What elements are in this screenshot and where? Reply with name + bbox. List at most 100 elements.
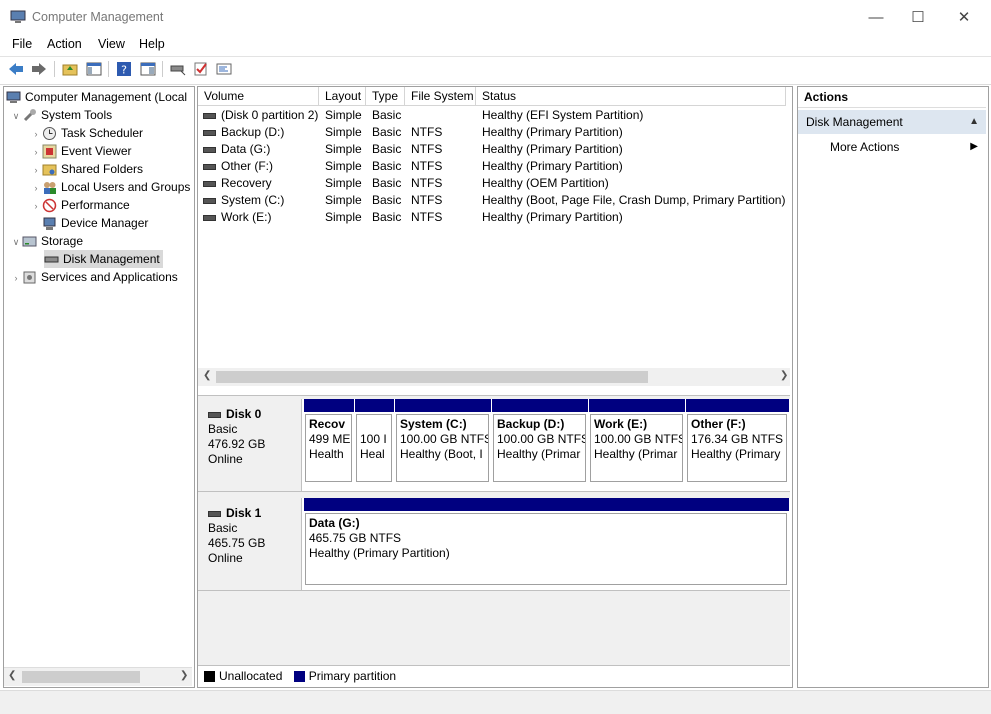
- header-label: File System: [411, 89, 474, 103]
- users-icon: [42, 180, 57, 195]
- scroll-left-icon[interactable]: ❮: [203, 370, 211, 381]
- menu-action[interactable]: Action: [47, 37, 82, 51]
- partition-status: Healthy (Primar: [497, 447, 581, 461]
- type-cell: Basic: [372, 210, 402, 224]
- toolbar-separator: [162, 61, 163, 77]
- chevron-down-icon[interactable]: ∨: [10, 233, 22, 251]
- properties-button[interactable]: [139, 60, 156, 77]
- scrollbar-thumb[interactable]: [22, 671, 140, 683]
- tree-item-local-users[interactable]: › Local Users and Groups: [30, 178, 190, 196]
- partition-system[interactable]: System (C:) 100.00 GB NTFS Healthy (Boot, …: [394, 399, 491, 487]
- type-cell: Basic: [372, 108, 402, 122]
- more-actions-label: More Actions: [830, 140, 900, 154]
- chevron-right-icon[interactable]: ›: [30, 125, 42, 143]
- header-label: Type: [372, 89, 399, 103]
- tree-item-device-manager[interactable]: Device Manager: [42, 214, 148, 232]
- tree-item-event-viewer[interactable]: › Event Viewer: [30, 142, 131, 160]
- help-icon: ?: [116, 61, 131, 76]
- partition-bar: [491, 399, 588, 412]
- volume-horizontal-scrollbar[interactable]: ❮ ❯: [198, 368, 790, 386]
- partition-name: Work (E:): [594, 417, 648, 431]
- scroll-right-icon[interactable]: ❯: [180, 670, 188, 681]
- disk-size: 465.75 GB: [208, 536, 266, 550]
- chevron-right-icon[interactable]: ›: [30, 161, 42, 179]
- up-folder-button[interactable]: [61, 60, 78, 77]
- partition-data[interactable]: Data (G:) 465.75 GB NTFS Healthy (Primary …: [303, 498, 789, 586]
- layout-cell: Simple: [325, 108, 362, 122]
- close-button[interactable]: ✕: [941, 0, 987, 34]
- tree-label: Storage: [41, 234, 84, 248]
- minimize-button[interactable]: —: [853, 0, 899, 34]
- title-bar: Computer Management — ☐ ✕: [0, 0, 991, 34]
- partition-backup[interactable]: Backup (D:) 100.00 GB NTFS Healthy (Primar: [491, 399, 588, 487]
- disk-0-row[interactable]: Disk 0 Basic 476.92 GB Online Recov 499 M…: [198, 399, 790, 492]
- tree-item-task-scheduler[interactable]: › Task Scheduler: [30, 124, 143, 142]
- actions-section-disk-management[interactable]: Disk Management ▲: [798, 110, 986, 134]
- chevron-down-icon[interactable]: ∨: [10, 107, 22, 125]
- partition-size: 100.00 GB NTFS: [594, 432, 683, 446]
- column-header-volume[interactable]: Volume: [198, 87, 319, 106]
- tree-item-root[interactable]: Computer Management (Local: [6, 88, 187, 106]
- chevron-right-icon[interactable]: ›: [10, 269, 22, 287]
- show-hide-tree-button[interactable]: [85, 60, 102, 77]
- partition-size: 100 I: [360, 432, 387, 446]
- tree-horizontal-scrollbar[interactable]: ❮ ❯: [4, 667, 192, 686]
- disk-1-row[interactable]: Disk 1 Basic 465.75 GB Online Data (G:) 4…: [198, 498, 790, 591]
- help-button[interactable]: ?: [115, 60, 132, 77]
- chevron-right-icon[interactable]: ›: [30, 179, 42, 197]
- partition-recovery[interactable]: Recov 499 ME Health: [303, 399, 354, 487]
- tree-item-disk-management[interactable]: Disk Management: [44, 250, 163, 268]
- disk-0-label[interactable]: Disk 0 Basic 476.92 GB Online: [198, 399, 302, 491]
- disk-state: Online: [208, 551, 243, 565]
- toolbar-separator: [54, 61, 55, 77]
- partition-bar: [303, 498, 789, 511]
- column-header-layout[interactable]: Layout: [319, 87, 366, 106]
- partition-bar: [394, 399, 491, 412]
- partition-status: Health: [309, 447, 344, 461]
- scrollbar-thumb[interactable]: [216, 371, 648, 383]
- console-button[interactable]: [215, 60, 232, 77]
- filesystem-cell: NTFS: [411, 159, 443, 173]
- check-button[interactable]: [192, 60, 209, 77]
- column-header-type[interactable]: Type: [366, 87, 405, 106]
- tree-item-system-tools[interactable]: ∨ System Tools: [10, 106, 112, 124]
- properties-icon: [140, 62, 155, 75]
- column-header-file-system[interactable]: File System: [405, 87, 476, 106]
- more-actions-item[interactable]: More Actions ▶: [798, 136, 986, 158]
- maximize-button[interactable]: ☐: [895, 0, 941, 34]
- actions-header: Actions: [798, 87, 986, 108]
- chevron-right-icon[interactable]: ›: [30, 143, 42, 161]
- partition-other[interactable]: Other (F:) 176.34 GB NTFS Healthy (Primary: [685, 399, 789, 487]
- column-header-status[interactable]: Status: [476, 87, 786, 106]
- forward-button[interactable]: [30, 60, 47, 77]
- chevron-right-icon[interactable]: ›: [30, 197, 42, 215]
- volume-name: Other (F:): [221, 159, 274, 173]
- type-cell: Basic: [372, 159, 402, 173]
- tree-label: Device Manager: [61, 216, 149, 230]
- tree-item-performance[interactable]: › Performance: [30, 196, 130, 214]
- menu-view[interactable]: View: [98, 37, 125, 51]
- tree-item-services[interactable]: › Services and Applications: [10, 268, 178, 286]
- menu-file[interactable]: File: [12, 37, 32, 51]
- type-cell: Basic: [372, 176, 402, 190]
- partition-bar: [354, 399, 394, 412]
- partition-work[interactable]: Work (E:) 100.00 GB NTFS Healthy (Primar: [588, 399, 685, 487]
- scroll-left-icon[interactable]: ❮: [8, 670, 16, 681]
- tree-item-storage[interactable]: ∨ Storage: [10, 232, 83, 250]
- shared-folder-icon: [42, 162, 57, 177]
- disk-button[interactable]: [169, 60, 186, 77]
- clock-icon: [42, 126, 57, 141]
- tree-item-shared-folders[interactable]: › Shared Folders: [30, 160, 144, 179]
- back-button[interactable]: [7, 60, 24, 77]
- scroll-right-icon[interactable]: ❯: [780, 370, 788, 381]
- forward-icon: [31, 62, 46, 75]
- menu-help[interactable]: Help: [139, 37, 165, 51]
- collapse-icon[interactable]: ▲: [969, 110, 979, 134]
- navigation-pane[interactable]: Computer Management (Local ∨ System Tools…: [3, 86, 195, 688]
- disk-1-label[interactable]: Disk 1 Basic 465.75 GB Online: [198, 498, 302, 590]
- partition-efi[interactable]: 100 I Heal: [354, 399, 394, 487]
- filesystem-cell: NTFS: [411, 210, 443, 224]
- tree-label: Disk Management: [63, 252, 160, 266]
- partition-status: Healthy (Primary: [691, 447, 781, 461]
- filesystem-cell: NTFS: [411, 125, 443, 139]
